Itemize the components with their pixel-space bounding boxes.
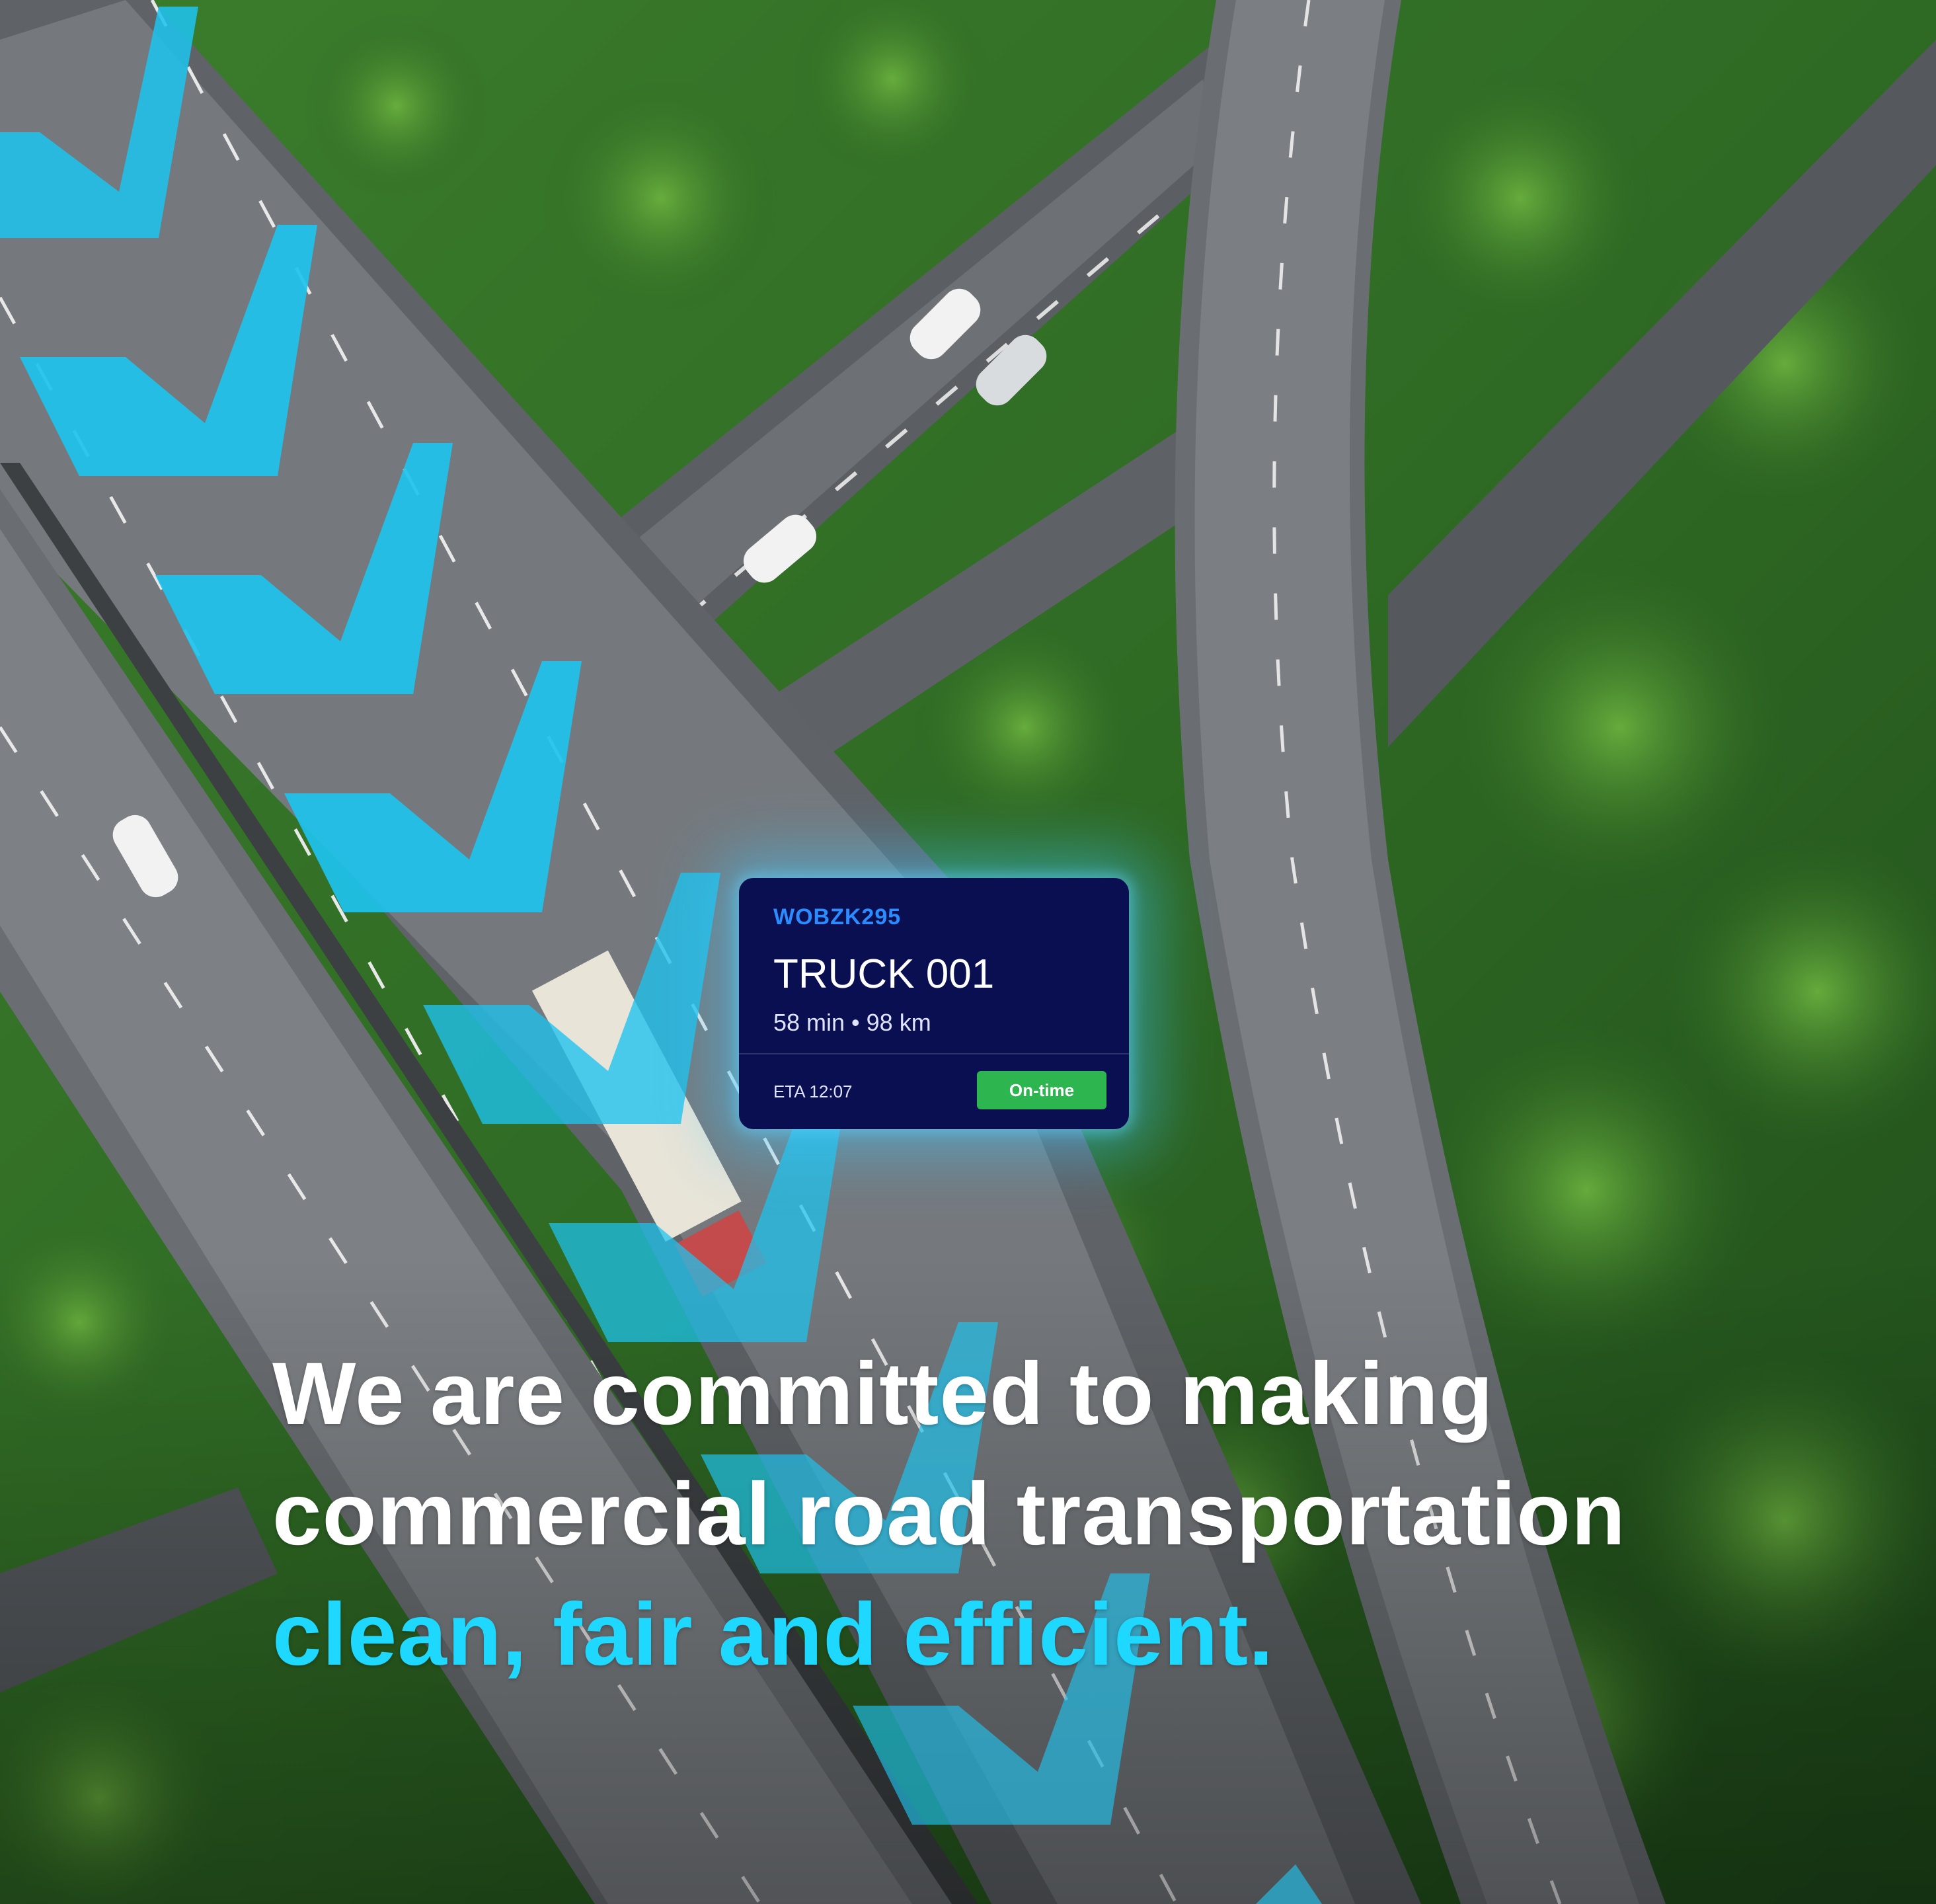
headline-line-2: commercial road transportation (272, 1465, 1626, 1564)
truck-status-card: WOBZK295 TRUCK 001 58 min • 98 km ETA 12… (739, 878, 1129, 1129)
truck-name: TRUCK 001 (773, 951, 995, 997)
headline: We are committed to making commercial ro… (272, 1334, 1793, 1695)
headline-accent-line: clean, fair and efficient. (272, 1585, 1274, 1684)
hero-scene: WOBZK295 TRUCK 001 58 min • 98 km ETA 12… (0, 0, 1936, 1904)
eta-label: ETA 12:07 (773, 1082, 853, 1101)
headline-line-1: We are committed to making (272, 1345, 1494, 1443)
card-divider (739, 1053, 1129, 1054)
trip-duration-distance: 58 min • 98 km (773, 1009, 931, 1036)
truck-plate-id: WOBZK295 (773, 904, 902, 930)
status-badge: On-time (977, 1071, 1106, 1109)
